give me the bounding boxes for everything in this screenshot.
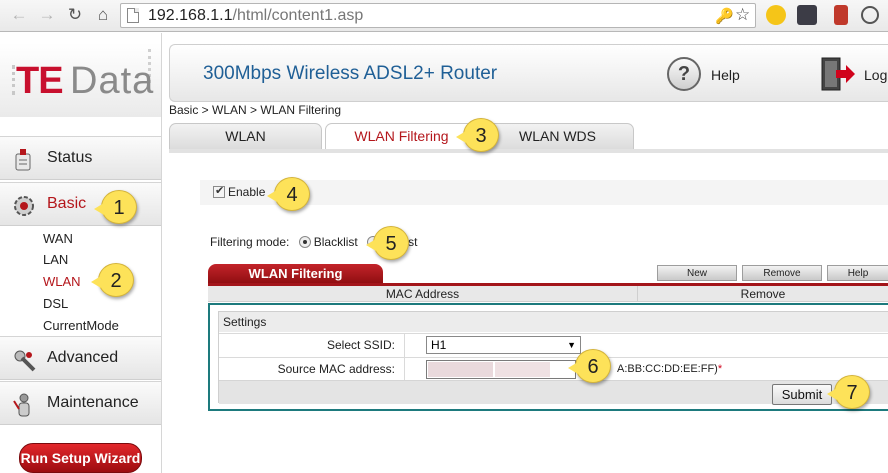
ssid-row: Select SSID: H1 ▼ [219, 333, 888, 357]
url-path: /html/content1.asp [232, 7, 364, 24]
enable-row: Enable [213, 184, 266, 199]
submenu-item-wlan[interactable]: WLAN [43, 274, 81, 289]
mac-hint-text: A:BB:CC:DD:EE:FF) [617, 363, 718, 375]
sunglasses-extension-icon[interactable] [766, 5, 786, 25]
logout-link[interactable]: Log [864, 67, 887, 83]
help-link[interactable]: Help [711, 67, 740, 83]
book-extension-icon[interactable] [834, 5, 848, 25]
ssid-selected-value: H1 [431, 338, 447, 352]
menu-label-basic: Basic [47, 195, 87, 212]
logo-te-text: TE [16, 60, 64, 102]
callout-5: 5 [366, 226, 409, 260]
wrench-icon [14, 350, 36, 372]
column-mac-address: MAC Address [208, 286, 638, 302]
menu-label-maintenance: Maintenance [47, 394, 139, 411]
submenu-item-lan[interactable]: LAN [43, 252, 68, 267]
menu-item-status[interactable]: Status [0, 136, 161, 180]
redacted-value [495, 362, 550, 377]
new-button[interactable]: New [657, 265, 737, 281]
enable-checkbox[interactable] [213, 184, 225, 198]
back-arrow-icon[interactable]: ← [8, 4, 30, 26]
gear-icon [14, 196, 34, 216]
required-marker: * [717, 363, 723, 375]
row-separator [404, 358, 405, 381]
sidebar-divider [161, 33, 162, 473]
callout-2: 2 [91, 263, 134, 297]
dropdown-arrow-icon: ▼ [567, 340, 576, 350]
submenu-item-dsl[interactable]: DSL [43, 296, 68, 311]
settings-footer: Submit [219, 380, 888, 405]
menu-label-status: Status [47, 149, 93, 166]
reload-icon[interactable]: ↻ [64, 4, 86, 26]
source-mac-input[interactable] [426, 360, 576, 379]
run-setup-wizard-button[interactable]: Run Setup Wizard [19, 443, 142, 473]
dots-extension-icon[interactable] [797, 5, 817, 25]
forward-arrow-icon[interactable]: → [36, 4, 58, 26]
filtering-mode-label: Filtering mode: [210, 235, 290, 249]
bookmark-star-icon[interactable]: ☆ [735, 5, 750, 25]
router-title: 300Mbps Wireless ADSL2+ Router [203, 63, 498, 84]
mac-format-hint: A:BB:CC:DD:EE:FF)* [617, 363, 722, 375]
callout-4: 4 [267, 177, 310, 211]
row-separator [404, 334, 405, 357]
settings-title: Settings [219, 312, 888, 332]
enable-label: Enable [228, 185, 266, 199]
browser-toolbar: ← → ↻ ⌂ 192.168.1.1/html/content1.asp 🔑 … [0, 0, 888, 32]
person-tools-icon [13, 393, 30, 417]
page-icon [127, 8, 139, 23]
logout-icon[interactable] [820, 55, 856, 93]
te-data-logo: TE Data [0, 43, 161, 117]
menu-label-advanced: Advanced [47, 349, 119, 366]
tab-wlan-wds[interactable]: WLAN WDS [481, 123, 634, 149]
callout-6: 6 [568, 349, 611, 383]
callout-7: 7 [827, 375, 870, 409]
column-remove: Remove [740, 287, 786, 301]
help-icon[interactable]: ? [667, 57, 701, 91]
sync-extension-icon[interactable] [861, 6, 879, 24]
mac-row: Source MAC address: A:BB:CC:DD:EE:FF)* [219, 357, 888, 381]
tab-wlan[interactable]: WLAN [169, 123, 322, 149]
status-icon [15, 149, 31, 171]
redacted-value [428, 362, 493, 377]
submenu-item-currentmode[interactable]: CurrentMode [43, 318, 119, 333]
settings-box: Settings Select SSID: H1 ▼ Source MAC ad… [208, 303, 888, 411]
menu-item-maintenance[interactable]: Maintenance [0, 381, 161, 425]
ssid-select[interactable]: H1 ▼ [426, 336, 581, 354]
mac-list-header: MAC Address Remove [208, 286, 888, 302]
source-mac-label: Source MAC address: [277, 362, 395, 376]
settings-form: Settings Select SSID: H1 ▼ Source MAC ad… [218, 311, 888, 405]
logo-data-text: Data [70, 60, 155, 102]
remove-button[interactable]: Remove [742, 265, 822, 281]
address-bar[interactable]: 192.168.1.1/html/content1.asp 🔑 ☆ [120, 3, 756, 28]
blacklist-radio[interactable] [298, 236, 311, 248]
callout-1: 1 [94, 190, 137, 224]
ssid-label: Select SSID: [326, 338, 395, 352]
submenu-item-wan[interactable]: WAN [43, 231, 73, 246]
breadcrumb: Basic > WLAN > WLAN Filtering [169, 103, 342, 117]
menu-item-advanced[interactable]: Advanced [0, 336, 161, 380]
tab-underline [169, 149, 888, 153]
key-icon[interactable]: 🔑 [715, 7, 734, 25]
submit-button[interactable]: Submit [772, 384, 832, 405]
blacklist-label: Blacklist [313, 235, 358, 249]
header: 300Mbps Wireless ADSL2+ Router ? Help Lo… [169, 44, 888, 102]
sidebar: TE Data Status Basic WAN LAN WLAN DSL Cu… [0, 33, 161, 473]
help-button[interactable]: Help [827, 265, 888, 281]
wlan-filtering-panel-title: WLAN Filtering [208, 264, 383, 284]
home-icon[interactable]: ⌂ [92, 4, 114, 26]
callout-3: 3 [456, 118, 499, 152]
url-host: 192.168.1.1 [148, 7, 233, 24]
